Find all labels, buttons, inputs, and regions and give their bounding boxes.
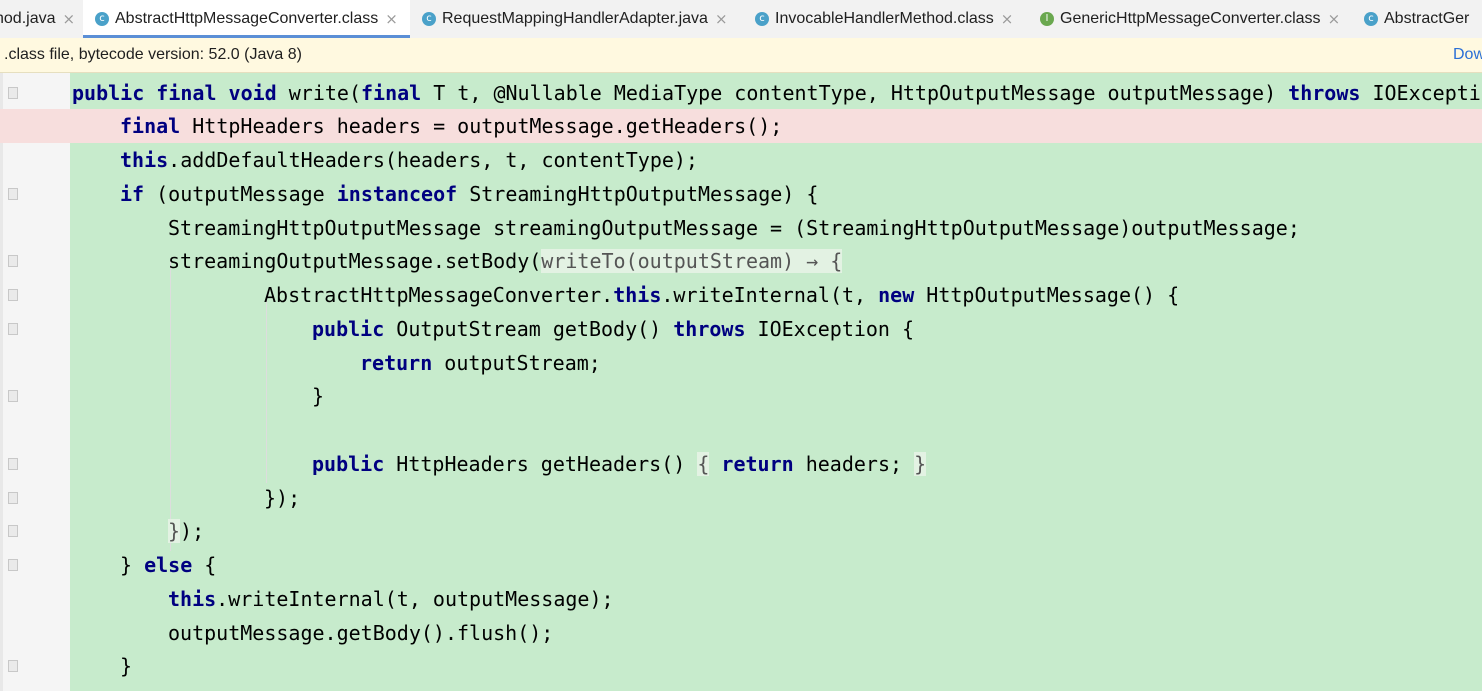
code-line: public OutputStream getBody() throws IOE…	[0, 312, 1482, 346]
decompiled-file-banner: .class file, bytecode version: 52.0 (Jav…	[0, 38, 1482, 73]
close-icon[interactable]: ×	[715, 10, 728, 28]
tab-abstract-generic[interactable]: c AbstractGer	[1352, 0, 1482, 38]
code-line: outputMessage.getBody().flush();	[168, 621, 554, 645]
code-line-error: final HttpHeaders headers = outputMessag…	[0, 109, 1482, 143]
fold-marker-icon[interactable]	[8, 492, 18, 504]
code-line: public final void write(final T t, @Null…	[0, 76, 1482, 110]
tab-method-java[interactable]: hod.java ×	[0, 0, 83, 38]
tab-label: InvocableHandlerMethod.class	[775, 10, 994, 27]
code-line: });	[0, 481, 1482, 515]
tab-label: RequestMappingHandlerAdapter.java	[442, 10, 708, 27]
fold-marker-icon[interactable]	[8, 289, 18, 301]
fold-marker-icon[interactable]	[8, 458, 18, 470]
code-line: this.writeInternal(t, outputMessage);	[168, 587, 614, 611]
tab-invocable-handler-method[interactable]: c InvocableHandlerMethod.class ×	[743, 0, 1028, 38]
code-line: StreamingHttpOutputMessage streamingOutp…	[168, 216, 1300, 240]
code-line: public HttpHeaders getHeaders() { return…	[0, 447, 1482, 481]
fold-marker-icon[interactable]	[8, 660, 18, 672]
code-line: }	[0, 649, 1482, 683]
class-icon: c	[1364, 12, 1378, 26]
download-sources-link[interactable]: Dow	[1453, 38, 1482, 72]
fold-marker-icon[interactable]	[8, 255, 18, 267]
code-line: this.addDefaultHeaders(headers, t, conte…	[120, 148, 698, 172]
fold-marker-icon[interactable]	[8, 525, 18, 537]
code-line: streamingOutputMessage.setBody(writeTo(o…	[0, 244, 1482, 278]
bytecode-version-text: .class file, bytecode version: 52.0 (Jav…	[4, 46, 302, 63]
editor-tab-bar: hod.java × c AbstractHttpMessageConverte…	[0, 0, 1482, 39]
close-icon[interactable]: ×	[63, 10, 76, 28]
interface-icon: I	[1040, 12, 1054, 26]
class-icon: c	[95, 12, 109, 26]
fold-marker-icon[interactable]	[8, 188, 18, 200]
class-icon: c	[755, 12, 769, 26]
close-icon[interactable]: ×	[1328, 10, 1341, 28]
tab-abstract-http-message-converter[interactable]: c AbstractHttpMessageConverter.class ×	[83, 0, 410, 38]
code-line: });	[0, 514, 1482, 548]
code-line: } else {	[0, 548, 1482, 582]
code-line: AbstractHttpMessageConverter.this.writeI…	[0, 278, 1482, 312]
class-icon: c	[422, 12, 436, 26]
tab-label: AbstractHttpMessageConverter.class	[115, 10, 379, 27]
tab-label: hod.java	[0, 10, 56, 27]
tab-label: GenericHttpMessageConverter.class	[1060, 10, 1321, 27]
tab-label: AbstractGer	[1384, 10, 1470, 27]
tab-generic-http-message-converter[interactable]: I GenericHttpMessageConverter.class ×	[1028, 0, 1352, 38]
fold-marker-icon[interactable]	[8, 87, 18, 99]
fold-marker-icon[interactable]	[8, 323, 18, 335]
code-line: return outputStream;	[360, 351, 601, 375]
fold-marker-icon[interactable]	[8, 559, 18, 571]
code-editor[interactable]: public final void write(final T t, @Null…	[0, 73, 1482, 691]
tab-strip: hod.java × c AbstractHttpMessageConverte…	[0, 0, 1482, 38]
fold-marker-icon[interactable]	[8, 390, 18, 402]
close-icon[interactable]: ×	[385, 10, 398, 28]
code-line: if (outputMessage instanceof StreamingHt…	[0, 177, 1482, 211]
close-icon[interactable]: ×	[1001, 10, 1014, 28]
lambda-hint[interactable]: writeTo(outputStream) → {	[541, 249, 843, 273]
tab-request-mapping-handler-adapter[interactable]: c RequestMappingHandlerAdapter.java ×	[410, 0, 743, 38]
code-line: }	[0, 379, 1482, 413]
